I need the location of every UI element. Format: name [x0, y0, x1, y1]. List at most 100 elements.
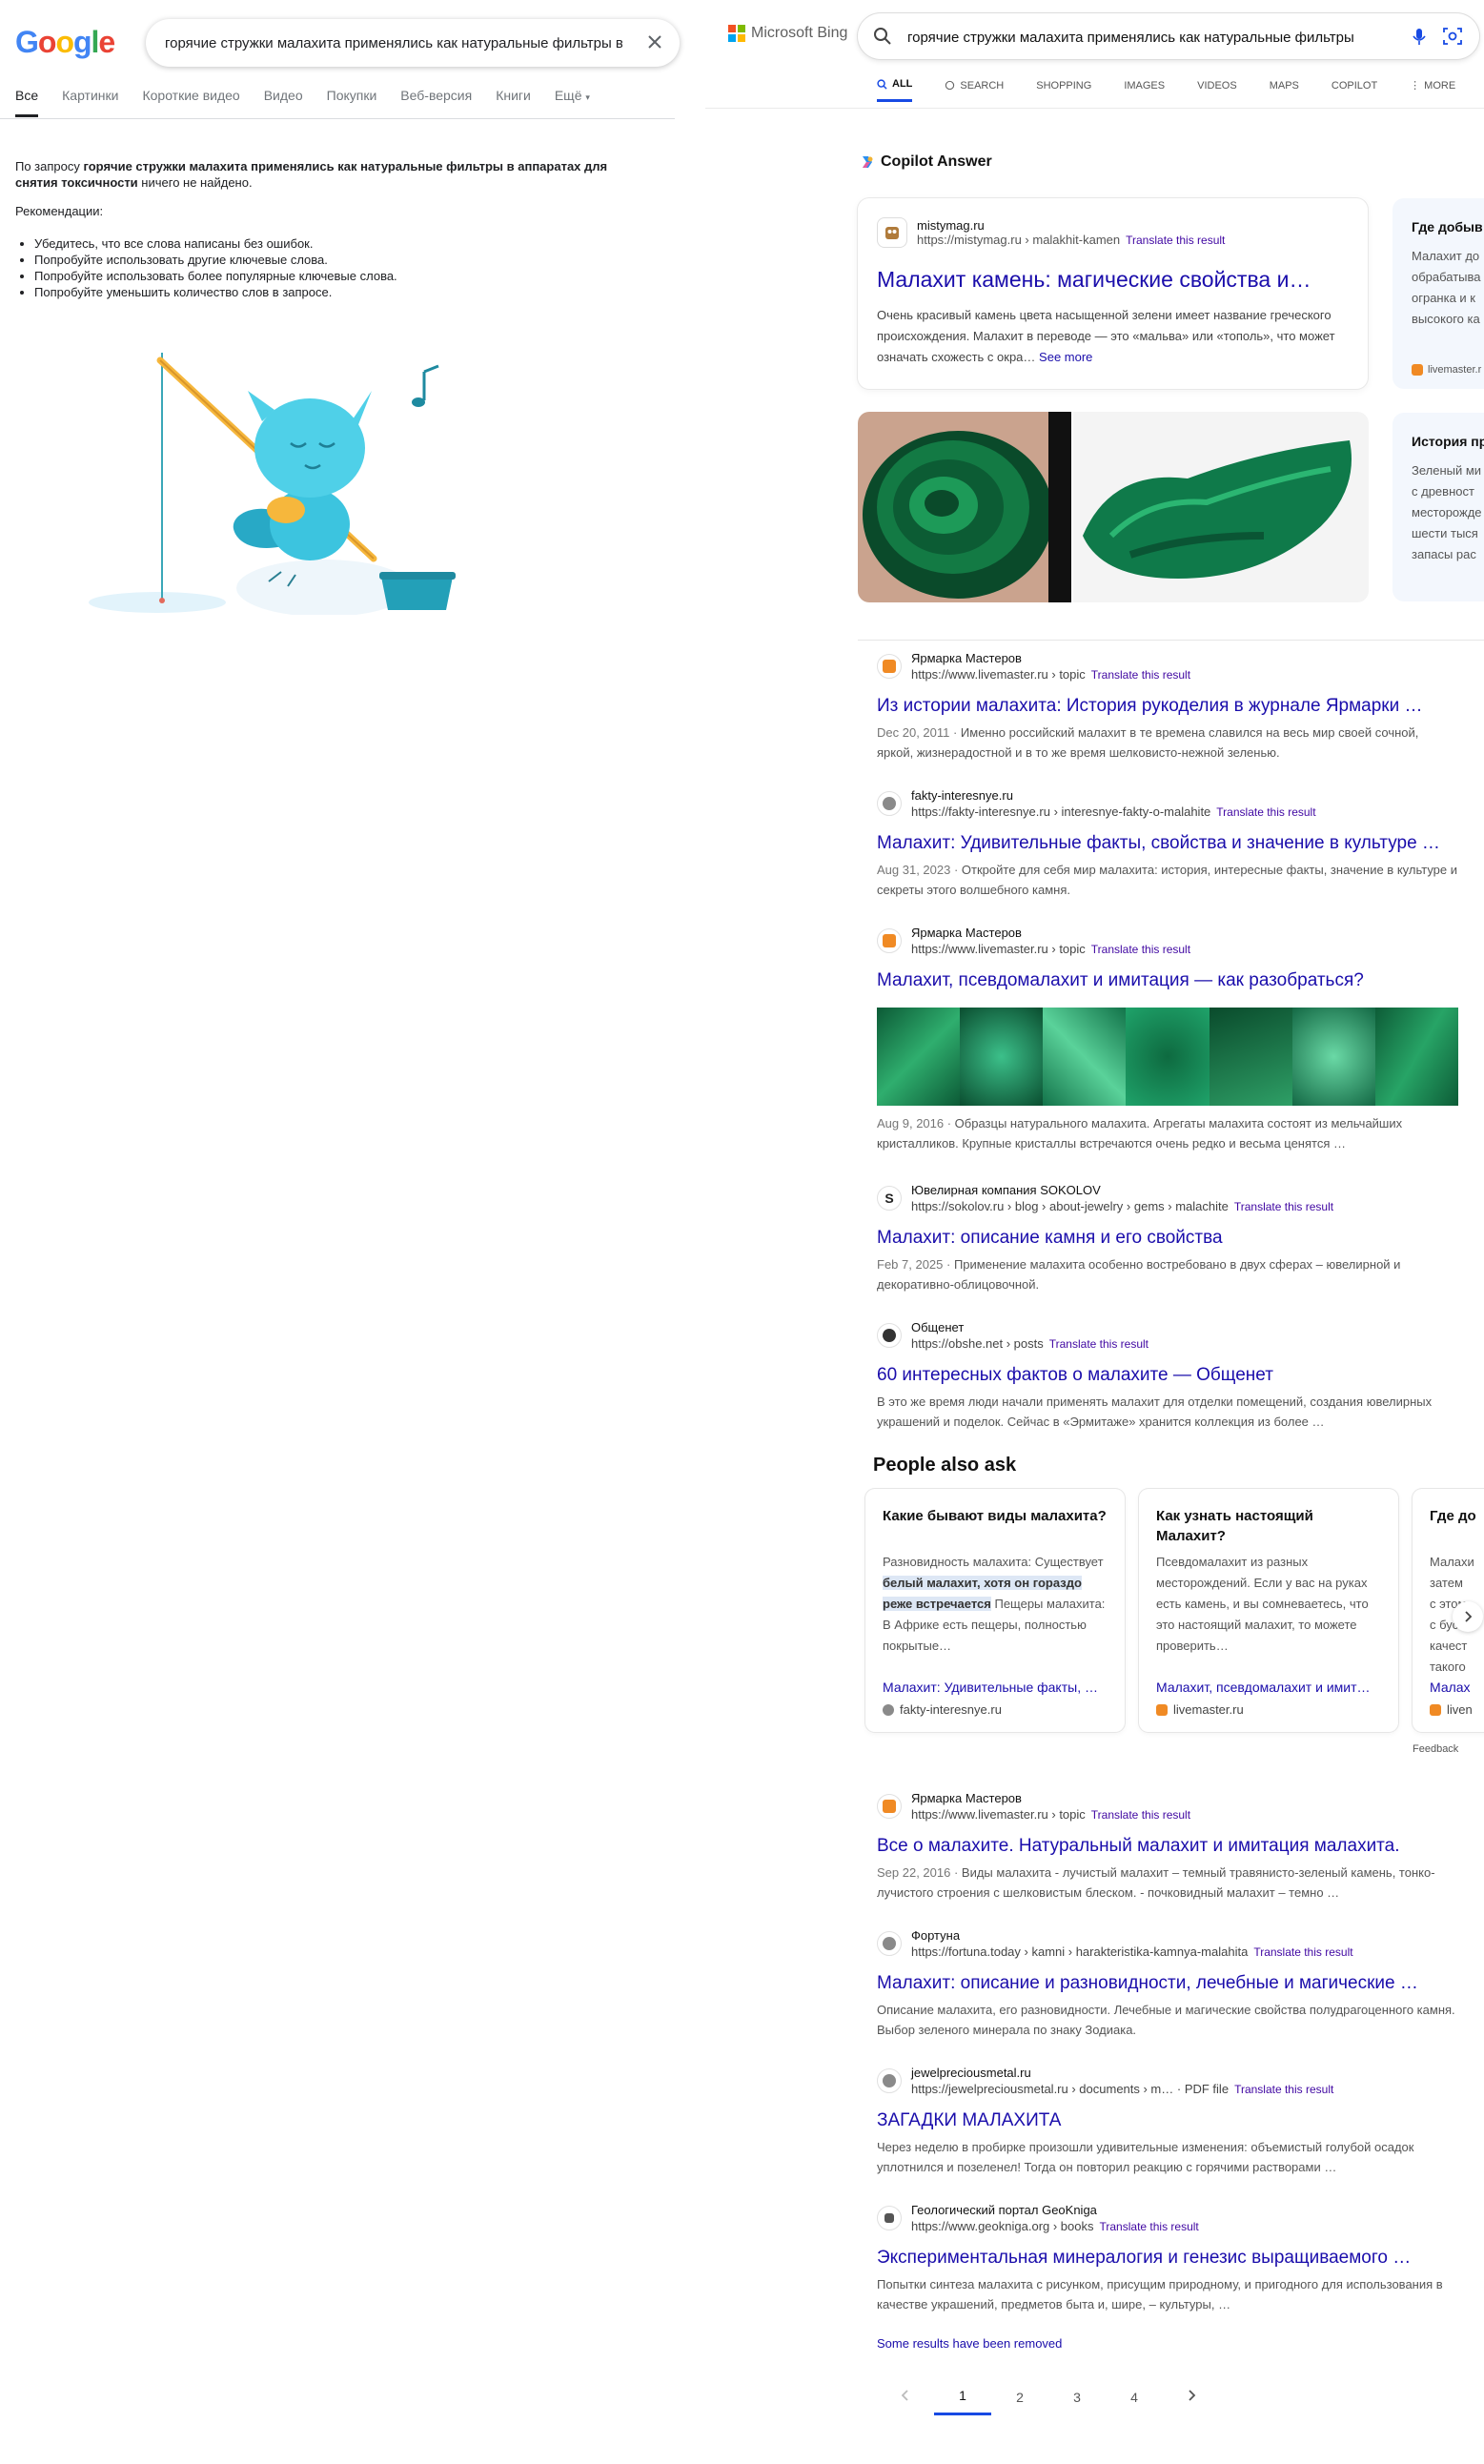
tab-all[interactable]: ALL	[877, 78, 913, 102]
no-results-suffix: ничего не найдено.	[137, 175, 253, 190]
page-link[interactable]: 1	[934, 2388, 991, 2415]
page-link[interactable]: 3	[1048, 2390, 1106, 2414]
side-card-title: Где добыв	[1412, 219, 1483, 234]
prev-page-button[interactable]	[877, 2389, 934, 2414]
result-title-link[interactable]: Экспериментальная минералогия и генезис …	[877, 2248, 1458, 2269]
url-text: https://fortuna.today › kamni › harakter…	[911, 1945, 1249, 1959]
result-snippet: Описание малахита, его разновидности. Ле…	[877, 2000, 1458, 2040]
translate-link[interactable]: Translate this result	[1091, 1808, 1190, 1822]
url-text: https://www.livemaster.ru › topic	[911, 1807, 1086, 1822]
bing-search-input[interactable]	[907, 27, 1355, 48]
globe-icon	[877, 791, 902, 816]
paa-answer: Псевдомалахит из разных месторождений. Е…	[1156, 1552, 1385, 1657]
tab-shopping[interactable]: Покупки	[327, 88, 377, 117]
recommendation-item: Попробуйте уменьшить количество слов в з…	[34, 284, 397, 300]
tab-maps[interactable]: MAPS	[1270, 78, 1299, 102]
translate-link[interactable]: Translate this result	[1091, 943, 1190, 956]
result-title-link[interactable]: Малахит, псевдомалахит и имитация — как …	[877, 970, 1458, 991]
result-title-link[interactable]: 60 интересных фактов о малахите — Общене…	[877, 1365, 1458, 1386]
next-page-button[interactable]	[1163, 2389, 1220, 2414]
result-snippet: Aug 31, 2023 · Откройте для себя мир мал…	[877, 860, 1458, 900]
bing-logo[interactable]: Microsoft Bing	[728, 25, 847, 42]
tab-all[interactable]: Все	[15, 88, 39, 117]
recommendation-item: Попробуйте использовать другие ключевые …	[34, 252, 397, 268]
tab-web[interactable]: Веб-версия	[400, 88, 472, 117]
tab-images[interactable]: Картинки	[62, 88, 118, 117]
result-title-link[interactable]: Малахит: Удивительные факты, свойства и …	[877, 833, 1458, 854]
divider	[858, 640, 1484, 641]
paa-card[interactable]: Как узнать настоящий Малахит? Псевдомала…	[1139, 1489, 1398, 1732]
site-favicon	[877, 928, 902, 953]
result-title-link[interactable]: Из истории малахита: История рукоделия в…	[877, 696, 1458, 717]
no-results-query: горячие стружки малахита применялись как…	[15, 159, 608, 190]
paa-card[interactable]: Какие бывают виды малахита? Разновидност…	[865, 1489, 1125, 1732]
source-row: mistymag.ru https://mistymag.ru › malakh…	[877, 217, 1225, 248]
snippet-text: Образцы натурального малахита. Агрегаты …	[877, 1116, 1403, 1151]
tab-books[interactable]: Книги	[496, 88, 531, 117]
removed-results-link[interactable]: Some results have been removed	[877, 2336, 1062, 2351]
translate-link[interactable]: Translate this result	[1049, 1337, 1149, 1351]
malachite-image[interactable]	[858, 412, 1071, 602]
paa-link[interactable]: Малах	[1430, 1680, 1484, 1695]
tab-short-videos[interactable]: Короткие видео	[142, 88, 239, 117]
google-search-box[interactable]	[146, 19, 680, 67]
malachite-thumbnail[interactable]	[1126, 1008, 1210, 1106]
translate-link[interactable]: Translate this result	[1253, 1945, 1352, 1959]
page-link[interactable]: 2	[991, 2390, 1048, 2414]
see-more-link[interactable]: See more	[1039, 350, 1092, 364]
translate-link[interactable]: Translate this result	[1126, 234, 1225, 247]
tab-videos[interactable]: VIDEOS	[1197, 78, 1237, 102]
site-url: https://www.livemaster.ru › topic Transla…	[911, 666, 1190, 683]
malachite-thumbnail[interactable]	[1374, 1008, 1458, 1106]
translate-link[interactable]: Translate this result	[1216, 805, 1315, 819]
translate-link[interactable]: Translate this result	[1100, 2220, 1199, 2233]
paa-question: Как узнать настоящий Малахит?	[1156, 1508, 1313, 1544]
paa-link[interactable]: Малахит, псевдомалахит и имит…	[1156, 1680, 1385, 1695]
result-image-strip[interactable]	[877, 1008, 1458, 1106]
tab-shopping[interactable]: SHOPPING	[1036, 78, 1091, 102]
result-title-link[interactable]: Малахит: описание камня и его свойства	[877, 1228, 1458, 1249]
tab-search[interactable]: SEARCH	[945, 78, 1004, 102]
tab-more[interactable]: ⋮ MORE	[1410, 78, 1455, 102]
paa-answer-text: Псевдомалахит из разных месторождений. Е…	[1156, 1555, 1369, 1653]
copilot-answer-heading: Copilot Answer	[860, 153, 992, 171]
tab-copilot[interactable]: COPILOT	[1332, 78, 1377, 102]
result-title-link[interactable]: Малахит: описание и разновидности, лечеб…	[877, 1973, 1458, 1994]
result-title-link[interactable]: Все о малахите. Натуральный малахит и им…	[877, 1836, 1458, 1857]
tab-more[interactable]: Ещё ▾	[555, 88, 590, 117]
malachite-thumbnail[interactable]	[1043, 1008, 1127, 1106]
copilot-side-card[interactable]: История пр Зеленый ми с древност месторо…	[1393, 413, 1484, 601]
site-url: https://sokolov.ru › blog › about-jewelr…	[911, 1198, 1333, 1215]
tab-videos[interactable]: Видео	[264, 88, 303, 117]
site-url: https://www.livemaster.ru › topic Transla…	[911, 941, 1190, 958]
translate-link[interactable]: Translate this result	[1091, 668, 1190, 682]
side-card-title: История пр	[1412, 434, 1484, 449]
page-link[interactable]: 4	[1106, 2390, 1163, 2414]
search-result: Общенет https://obshe.net › posts Transla…	[877, 1319, 1458, 1432]
malachite-photo	[1073, 412, 1369, 602]
microphone-icon[interactable]	[1409, 26, 1430, 47]
result-snippet: Dec 20, 2011 · Именно российский малахит…	[877, 723, 1458, 763]
malachite-thumbnail[interactable]	[960, 1008, 1044, 1106]
feedback-link[interactable]: Feedback	[1413, 1743, 1458, 1755]
close-icon[interactable]	[643, 31, 666, 53]
bing-search-box[interactable]	[858, 13, 1479, 59]
translate-link[interactable]: Translate this result	[1234, 2083, 1333, 2096]
copilot-answer-link[interactable]: Малахит камень: магические свойства и…	[877, 267, 1349, 293]
malachite-image[interactable]	[1073, 412, 1369, 602]
side-card-source: livemaster.r	[1412, 364, 1481, 376]
visual-search-icon[interactable]	[1442, 26, 1463, 47]
google-search-input[interactable]	[165, 31, 622, 54]
copilot-side-card[interactable]: Где добыв Малахит до обрабатыва огранка …	[1393, 198, 1484, 389]
malachite-thumbnail[interactable]	[1291, 1008, 1375, 1106]
malachite-thumbnail[interactable]	[1209, 1008, 1292, 1106]
google-logo[interactable]: Google	[15, 25, 115, 60]
tab-images[interactable]: IMAGES	[1124, 78, 1165, 102]
paa-link[interactable]: Малахит: Удивительные факты, …	[883, 1680, 1111, 1695]
carousel-next-button[interactable]	[1453, 1601, 1483, 1632]
translate-link[interactable]: Translate this result	[1234, 1200, 1333, 1213]
search-result: Ярмарка Мастеров https://www.livemaster.…	[877, 925, 1458, 991]
result-title-link[interactable]: ЗАГАДКИ МАЛАХИТА	[877, 2110, 1458, 2131]
malachite-thumbnail[interactable]	[877, 1008, 961, 1106]
side-line: обрабатыва	[1412, 270, 1481, 284]
